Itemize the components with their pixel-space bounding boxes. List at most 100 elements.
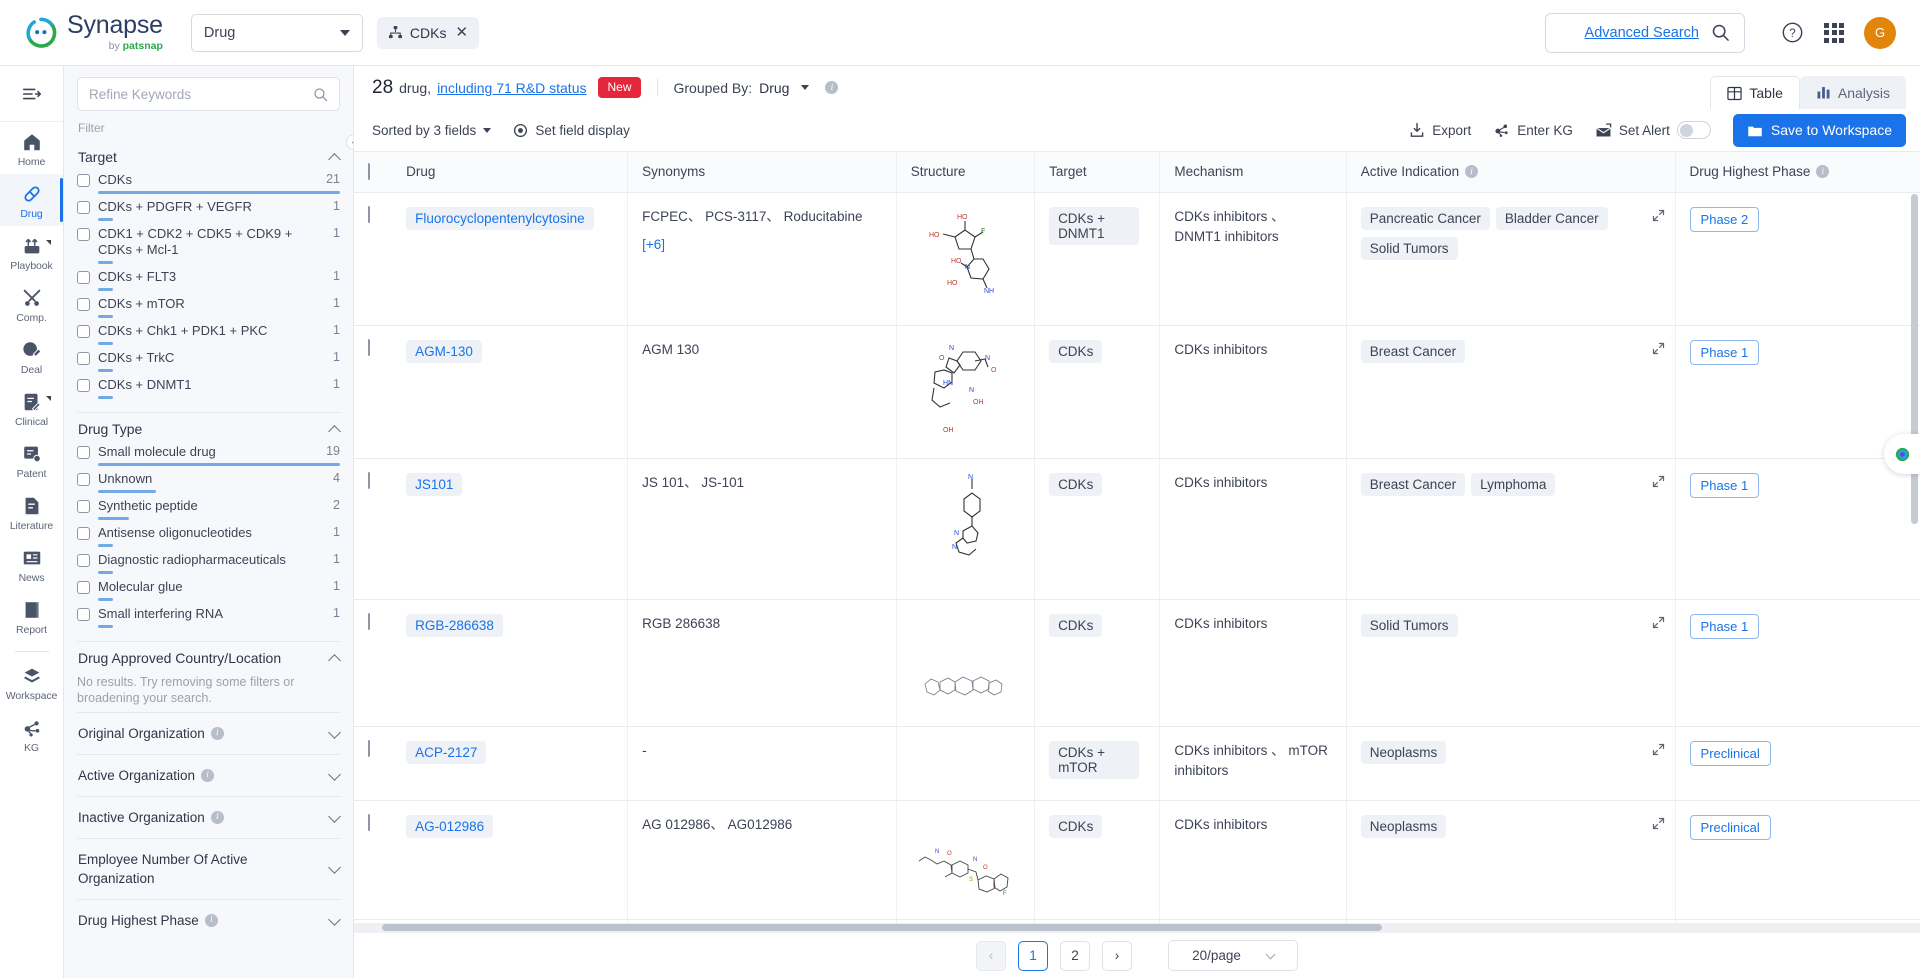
vertical-scrollbar[interactable]: [1911, 194, 1918, 524]
close-icon[interactable]: ✕: [455, 25, 468, 40]
checkbox[interactable]: [77, 608, 90, 621]
set-alert-toggle[interactable]: [1676, 121, 1711, 139]
info-icon[interactable]: i: [204, 914, 218, 927]
filter-item[interactable]: Diagnostic radiopharmaceuticals 1: [77, 551, 340, 578]
expand-icon[interactable]: [1652, 209, 1665, 222]
filter-item[interactable]: CDKs + mTOR 1: [77, 295, 340, 322]
filter-group-approved-country-header[interactable]: Drug Approved Country/Location: [77, 642, 341, 672]
structure-image[interactable]: N O N O S F: [911, 815, 1020, 905]
filter-group-original-organization[interactable]: Original Organization i: [77, 712, 341, 754]
prev-page-button[interactable]: ‹: [976, 940, 1006, 971]
row-checkbox[interactable]: [368, 471, 370, 489]
checkbox[interactable]: [77, 352, 90, 365]
checkbox[interactable]: [77, 325, 90, 338]
filter-item[interactable]: CDKs + DNMT1 1: [77, 376, 340, 403]
advanced-search-link[interactable]: Advanced Search: [1585, 25, 1699, 41]
row-checkbox[interactable]: [368, 739, 370, 757]
select-all-checkbox[interactable]: [368, 163, 370, 181]
checkbox[interactable]: [77, 500, 90, 513]
table-row[interactable]: RGB-286638 RGB 286638 CDKs CDKs inhibito…: [354, 599, 1920, 727]
filter-item[interactable]: Small interfering RNA 1: [77, 605, 340, 632]
apps-grid-icon[interactable]: [1824, 22, 1844, 43]
column-header-mechanism[interactable]: Mechanism: [1159, 152, 1347, 193]
sidebar-item-drug[interactable]: Drug: [0, 174, 63, 226]
table-row[interactable]: Fluorocyclopentenylcytosine FCPEC、 PCS-3…: [354, 192, 1920, 326]
checkbox[interactable]: [77, 271, 90, 284]
filter-group-inactive-organization[interactable]: Inactive Organization i: [77, 796, 341, 838]
checkbox[interactable]: [77, 554, 90, 567]
entity-type-select[interactable]: Drug: [190, 13, 363, 52]
filter-group-active-organization[interactable]: Active Organization i: [77, 754, 341, 796]
filter-item[interactable]: Molecular glue 1: [77, 578, 340, 605]
column-header-structure[interactable]: Structure: [896, 152, 1036, 193]
info-icon[interactable]: i: [825, 81, 839, 94]
chevron-down-icon[interactable]: [801, 85, 810, 90]
enter-kg-button[interactable]: Enter KG: [1493, 122, 1573, 139]
filter-item[interactable]: CDKs + TrkC 1: [77, 349, 340, 376]
filter-item[interactable]: CDKs 21: [77, 171, 340, 198]
next-page-button[interactable]: ›: [1102, 940, 1132, 971]
sidebar-item-home[interactable]: Home: [0, 122, 63, 174]
tab-table[interactable]: Table: [1710, 76, 1800, 109]
filter-item[interactable]: CDKs + Chk1 + PDK1 + PKC 1: [77, 322, 340, 349]
row-checkbox[interactable]: [368, 338, 370, 356]
filter-group-drug-highest-phase[interactable]: Drug Highest Phase i: [77, 899, 341, 941]
drug-link[interactable]: Fluorocyclopentenylcytosine: [406, 206, 594, 230]
filter-item[interactable]: CDK1 + CDK2 + CDK5 + CDK9 + CDKs + Mcl-1…: [77, 225, 340, 268]
filter-item[interactable]: CDKs + PDGFR + VEGFR 1: [77, 198, 340, 225]
expand-icon[interactable]: [1652, 616, 1665, 629]
filter-scroll-area[interactable]: Filter Target CDKs 21 CDKs + PDGFR + VEG…: [64, 117, 353, 978]
filter-item[interactable]: Synthetic peptide 2: [77, 497, 340, 524]
info-icon[interactable]: i: [210, 811, 224, 824]
row-checkbox[interactable]: [368, 205, 370, 223]
sidebar-item-comp[interactable]: Comp.: [0, 278, 63, 330]
filter-item[interactable]: Small molecule drug 19: [77, 443, 340, 470]
sidebar-item-kg[interactable]: KG: [0, 708, 63, 760]
structure-image[interactable]: [911, 614, 1020, 712]
checkbox[interactable]: [77, 201, 90, 214]
search-icon[interactable]: [1711, 23, 1730, 42]
row-select-cell[interactable]: [354, 458, 393, 600]
row-select-cell[interactable]: [354, 726, 393, 801]
info-icon[interactable]: i: [201, 769, 215, 782]
checkbox[interactable]: [77, 174, 90, 187]
table-row[interactable]: ACP-2127 - CDKs + mTOR CDKs inhibitors 、…: [354, 726, 1920, 801]
column-header-drug-highest-phase[interactable]: Drug Highest Phase i: [1675, 152, 1920, 193]
row-select-cell[interactable]: [354, 192, 393, 326]
filter-group-target-header[interactable]: Target: [77, 141, 341, 171]
sidebar-item-workspace[interactable]: Workspace: [0, 656, 63, 708]
checkbox[interactable]: [77, 527, 90, 540]
sidebar-item-news[interactable]: News: [0, 538, 63, 590]
structure-image[interactable]: HO HO F HO HO N NH: [911, 207, 1020, 311]
table-row[interactable]: AG-012986 AG 012986、 AG012986 N O N O S …: [354, 800, 1920, 920]
row-checkbox[interactable]: [368, 813, 370, 831]
expand-icon[interactable]: [1652, 342, 1665, 355]
table-row[interactable]: JS101 JS 101、 JS-101 N N N CDKs CDKs inh…: [354, 458, 1920, 600]
sidebar-item-deal[interactable]: Deal: [0, 330, 63, 382]
filter-group-drug-type-header[interactable]: Drug Type: [77, 413, 341, 443]
search-input[interactable]: [89, 86, 307, 102]
row-select-cell[interactable]: [354, 800, 393, 920]
checkbox[interactable]: [77, 298, 90, 311]
avatar[interactable]: G: [1864, 16, 1896, 49]
sidebar-item-patent[interactable]: Patent: [0, 434, 63, 486]
help-icon[interactable]: ?: [1781, 21, 1804, 44]
sidebar-item-literature[interactable]: Literature: [0, 486, 63, 538]
filter-group-employee-number[interactable]: Employee Number Of Active Organization: [77, 838, 341, 899]
sidebar-item-playbook[interactable]: Playbook: [0, 226, 63, 278]
set-alert-control[interactable]: Set Alert: [1595, 121, 1711, 139]
filter-item[interactable]: CDKs + FLT3 1: [77, 268, 340, 295]
column-header-drug[interactable]: Drug: [392, 152, 629, 193]
collapse-nav-button[interactable]: [0, 66, 63, 122]
filter-item[interactable]: Antisense oligonucleotides 1: [77, 524, 340, 551]
page-button-1[interactable]: 1: [1018, 940, 1048, 971]
search-tab-cdks[interactable]: CDKs ✕: [376, 16, 480, 49]
horizontal-scrollbar-track[interactable]: [354, 923, 1920, 932]
search-icon[interactable]: [313, 87, 328, 102]
column-header-target[interactable]: Target: [1034, 152, 1161, 193]
info-icon[interactable]: i: [1816, 165, 1830, 179]
drug-link[interactable]: JS101: [406, 472, 463, 496]
table-row[interactable]: AGM-130 AGM 130 N O N O HN N OH OH CDKs …: [354, 325, 1920, 459]
row-select-cell[interactable]: [354, 599, 393, 727]
expand-icon[interactable]: [1652, 475, 1665, 488]
